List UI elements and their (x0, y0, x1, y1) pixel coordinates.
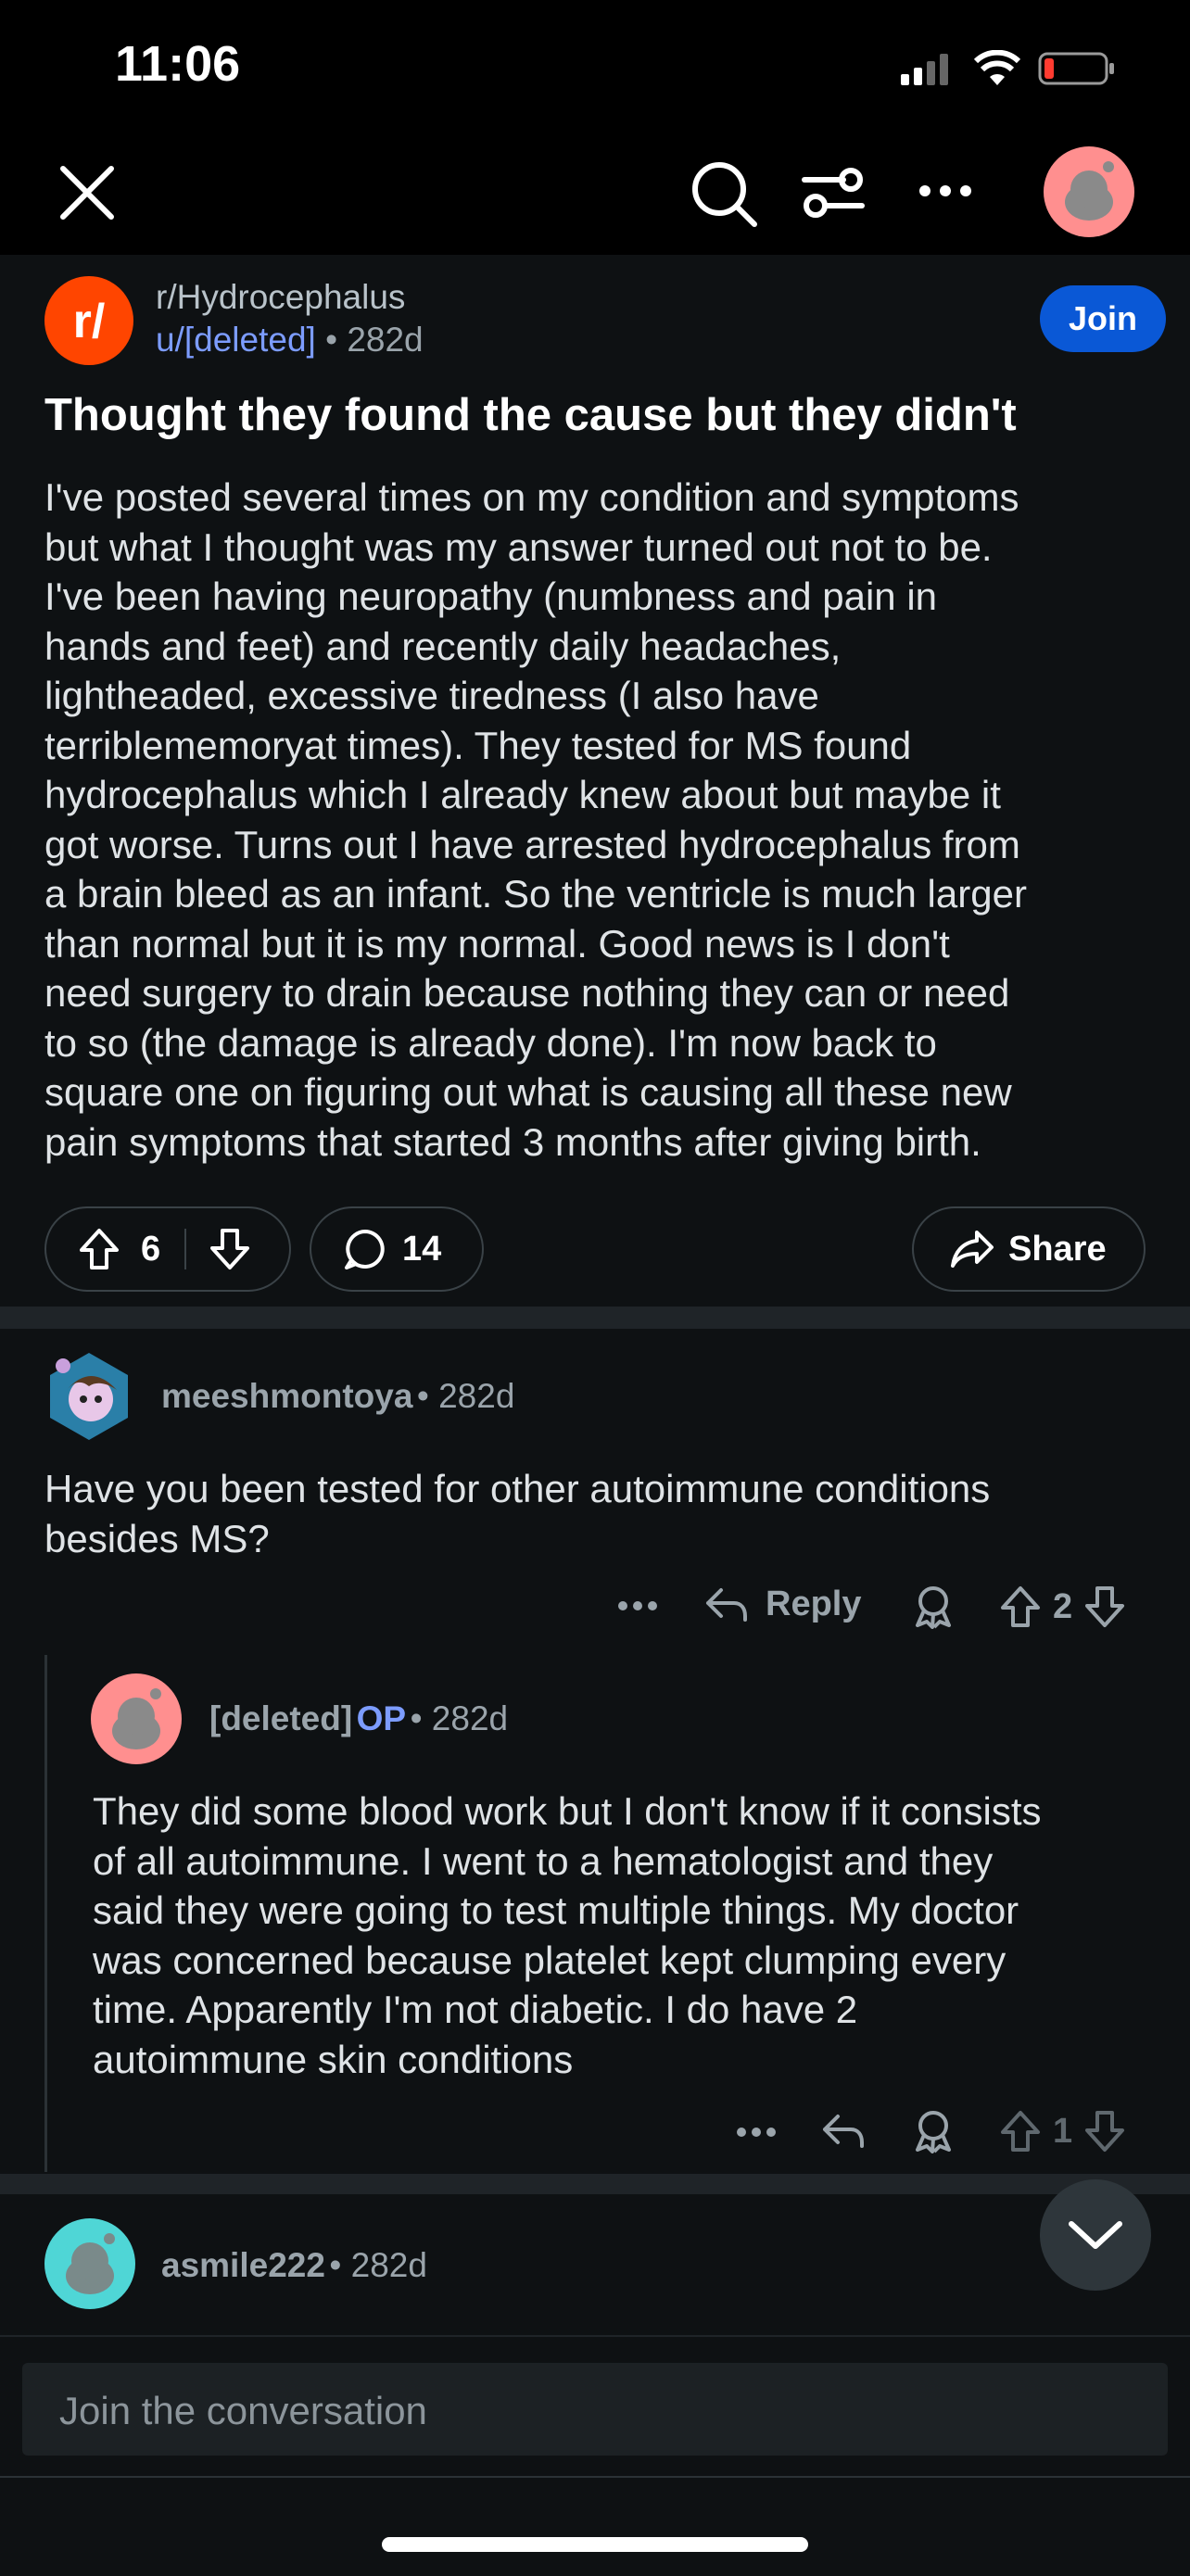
reply-body: They did some blood work but I don't kno… (93, 1789, 1042, 2081)
comment-vote-count: 2 (1053, 1586, 1073, 1626)
reply-avatar[interactable] (91, 1673, 182, 1764)
comment-age: • 282d (329, 2246, 427, 2284)
comment-username[interactable]: meeshmontoya (161, 1377, 412, 1415)
scroll-down-button[interactable] (1040, 2179, 1151, 2291)
reply-icon (704, 1586, 749, 1623)
comment-meta: meeshmontoya • 282d (161, 1377, 514, 1416)
reply-button[interactable]: Reply (704, 1585, 861, 1624)
filter-settings-icon[interactable] (801, 163, 866, 222)
reply-vote-group: 1 (999, 2109, 1126, 2153)
subreddit-name[interactable]: r/Hydrocephalus (156, 278, 405, 317)
downvote-icon[interactable] (209, 1227, 251, 1271)
subreddit-icon[interactable]: r/ (44, 276, 133, 365)
divider (0, 2476, 1190, 2478)
share-label: Share (1008, 1229, 1107, 1269)
post-vote-count: 6 (141, 1229, 161, 1269)
award-icon[interactable] (912, 1585, 955, 1629)
post-body: I've posted several times on my conditio… (44, 475, 1027, 1164)
downvote-icon[interactable] (1083, 1585, 1126, 1629)
reply-username[interactable]: [deleted] (209, 1699, 352, 1737)
post-comment-count: 14 (402, 1229, 442, 1269)
vote-divider (184, 1229, 187, 1269)
share-icon (949, 1229, 995, 1269)
upvote-icon[interactable] (999, 2109, 1042, 2153)
user-avatar[interactable] (1044, 146, 1134, 237)
reply-icon[interactable] (821, 2113, 866, 2150)
comment-more-icon[interactable] (617, 1599, 658, 1612)
comment-body: Have you been tested for other autoimmun… (44, 1467, 991, 1560)
battery-icon (1038, 52, 1116, 85)
comment-vote-group: 2 (999, 1585, 1126, 1629)
comment-meta: asmile222 • 282d (161, 2246, 427, 2285)
search-icon[interactable] (690, 159, 758, 228)
reply-more-icon[interactable] (736, 2126, 777, 2139)
downvote-icon[interactable] (1083, 2109, 1126, 2153)
comment-avatar[interactable] (44, 1349, 133, 1442)
thread-line (44, 1655, 47, 2172)
post-author[interactable]: u/[deleted] (156, 321, 316, 359)
upvote-icon[interactable] (999, 1585, 1042, 1629)
top-bar (0, 130, 1190, 255)
close-icon[interactable] (57, 163, 117, 222)
signal-icon (901, 54, 953, 85)
more-options-icon[interactable] (918, 182, 973, 200)
home-indicator (382, 2537, 808, 2552)
share-button[interactable]: Share (912, 1206, 1146, 1292)
reply-label: Reply (766, 1585, 862, 1623)
chevron-down-icon (1068, 2218, 1123, 2252)
reply-meta: [deleted] OP • 282d (209, 1699, 508, 1738)
post-age: • 282d (325, 321, 424, 359)
vote-pill: 6 (44, 1206, 291, 1292)
upvote-icon[interactable] (78, 1227, 120, 1271)
svg-text:r/: r/ (73, 295, 106, 348)
comments-button[interactable]: 14 (310, 1206, 484, 1292)
comment-separator (0, 2174, 1190, 2194)
post-author-line: u/[deleted] • 282d (156, 321, 424, 360)
op-badge: OP (356, 1699, 407, 1737)
post-title: Thought they found the cause but they di… (44, 390, 1017, 440)
comment-username[interactable]: asmile222 (161, 2246, 325, 2284)
reply-vote-count: 1 (1053, 2111, 1073, 2151)
composer-placeholder: Join the conversation (59, 2389, 427, 2432)
join-button[interactable]: Join (1040, 285, 1166, 352)
post-separator (0, 1307, 1190, 1329)
status-time: 11:06 (115, 36, 241, 92)
reply-age: • 282d (410, 1699, 509, 1737)
award-icon[interactable] (912, 2109, 955, 2153)
comment-avatar[interactable] (44, 2218, 135, 2309)
wifi-icon (973, 50, 1021, 87)
comment-age: • 282d (416, 1377, 515, 1415)
comment-bubble-icon (343, 1227, 387, 1271)
